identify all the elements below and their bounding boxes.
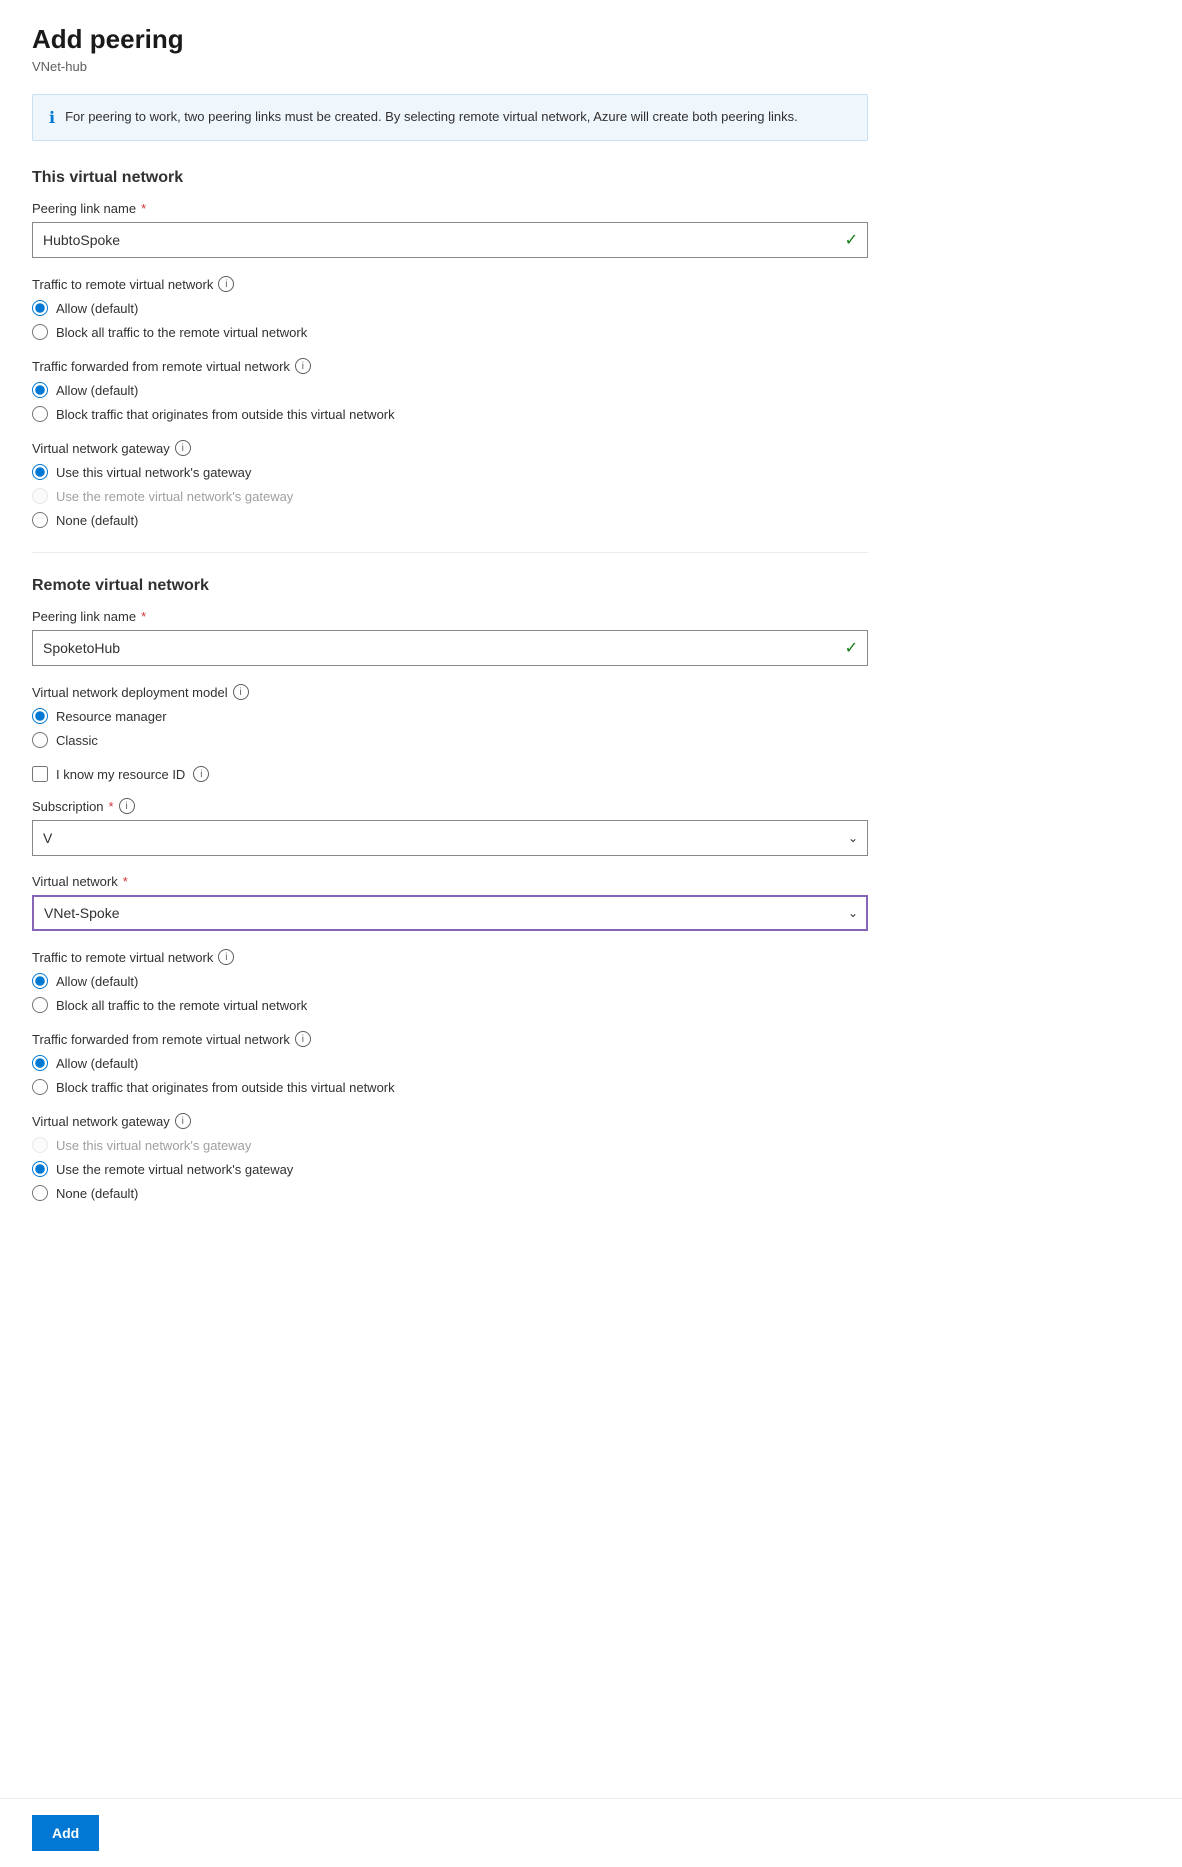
this-gateway-group: Use this virtual network's gateway Use t…: [32, 464, 868, 528]
remote-peering-link-input-wrapper: ✓: [32, 630, 868, 666]
add-button[interactable]: Add: [32, 1815, 99, 1851]
deployment-model-group: Resource manager Classic: [32, 708, 868, 748]
remote-forwarded-allow-option[interactable]: Allow (default): [32, 1055, 868, 1071]
this-forwarded-allow-label: Allow (default): [56, 383, 138, 398]
this-traffic-forwarded-label: Traffic forwarded from remote virtual ne…: [32, 358, 868, 374]
this-forwarded-block-option[interactable]: Block traffic that originates from outsi…: [32, 406, 868, 422]
required-star-vnet: *: [123, 874, 128, 889]
this-traffic-block-option[interactable]: Block all traffic to the remote virtual …: [32, 324, 868, 340]
footer: Add: [0, 1798, 1182, 1867]
this-gateway-none-label: None (default): [56, 513, 138, 528]
remote-traffic-block-label: Block all traffic to the remote virtual …: [56, 998, 307, 1013]
remote-traffic-forwarded-label: Traffic forwarded from remote virtual ne…: [32, 1031, 868, 1047]
deployment-model-info-icon[interactable]: i: [233, 684, 249, 700]
remote-traffic-to-remote-group: Allow (default) Block all traffic to the…: [32, 973, 868, 1013]
page-subtitle: VNet-hub: [32, 59, 868, 74]
this-peering-link-label: Peering link name *: [32, 201, 868, 216]
gateway-info-icon[interactable]: i: [175, 440, 191, 456]
this-gateway-remote-label: Use the remote virtual network's gateway: [56, 489, 293, 504]
remote-gateway-label: Virtual network gateway i: [32, 1113, 868, 1129]
this-peering-link-input[interactable]: [32, 222, 868, 258]
subscription-info-icon[interactable]: i: [119, 798, 135, 814]
deployment-rm-label: Resource manager: [56, 709, 167, 724]
subscription-label: Subscription * i: [32, 798, 868, 814]
remote-gateway-none-label: None (default): [56, 1186, 138, 1201]
remote-forwarded-info-icon[interactable]: i: [295, 1031, 311, 1047]
remote-virtual-network-section: Remote virtual network Peering link name…: [32, 577, 868, 1201]
deployment-rm-option[interactable]: Resource manager: [32, 708, 868, 724]
traffic-forwarded-info-icon[interactable]: i: [295, 358, 311, 374]
remote-traffic-block-option[interactable]: Block all traffic to the remote virtual …: [32, 997, 868, 1013]
remote-gateway-remote-option[interactable]: Use the remote virtual network's gateway: [32, 1161, 868, 1177]
this-traffic-to-remote-label: Traffic to remote virtual network i: [32, 276, 868, 292]
remote-gateway-this-option[interactable]: Use this virtual network's gateway: [32, 1137, 868, 1153]
remote-gateway-this-label: Use this virtual network's gateway: [56, 1138, 251, 1153]
virtual-network-select-wrapper: VNet-Spoke ⌄: [32, 895, 868, 931]
know-resource-id-label: I know my resource ID: [56, 767, 185, 782]
required-star-remote: *: [141, 609, 146, 624]
remote-peering-link-label: Peering link name *: [32, 609, 868, 624]
subscription-select[interactable]: V: [32, 820, 868, 856]
this-traffic-allow-option[interactable]: Allow (default): [32, 300, 868, 316]
remote-traffic-info-icon[interactable]: i: [218, 949, 234, 965]
remote-gateway-group: Use this virtual network's gateway Use t…: [32, 1137, 868, 1201]
remote-traffic-allow-label: Allow (default): [56, 974, 138, 989]
remote-gateway-remote-label: Use the remote virtual network's gateway: [56, 1162, 293, 1177]
this-vnet-section-title: This virtual network: [32, 169, 868, 187]
info-banner-text: For peering to work, two peering links m…: [65, 107, 798, 127]
remote-gateway-none-option[interactable]: None (default): [32, 1185, 868, 1201]
this-peering-link-input-wrapper: ✓: [32, 222, 868, 258]
check-icon: ✓: [845, 230, 858, 250]
this-traffic-to-remote-group: Allow (default) Block all traffic to the…: [32, 300, 868, 340]
remote-traffic-to-remote-label: Traffic to remote virtual network i: [32, 949, 868, 965]
this-gateway-this-option[interactable]: Use this virtual network's gateway: [32, 464, 868, 480]
this-traffic-allow-label: Allow (default): [56, 301, 138, 316]
remote-vnet-section-title: Remote virtual network: [32, 577, 868, 595]
required-star-subscription: *: [109, 799, 114, 814]
this-forwarded-allow-option[interactable]: Allow (default): [32, 382, 868, 398]
remote-forwarded-block-option[interactable]: Block traffic that originates from outsi…: [32, 1079, 868, 1095]
section-divider: [32, 552, 868, 553]
remote-gateway-info-icon[interactable]: i: [175, 1113, 191, 1129]
info-banner: ℹ For peering to work, two peering links…: [32, 94, 868, 141]
this-gateway-this-label: Use this virtual network's gateway: [56, 465, 251, 480]
required-star: *: [141, 201, 146, 216]
remote-traffic-forwarded-group: Allow (default) Block traffic that origi…: [32, 1055, 868, 1095]
traffic-to-remote-info-icon[interactable]: i: [218, 276, 234, 292]
subscription-select-wrapper: V ⌄: [32, 820, 868, 856]
know-resource-id-option[interactable]: I know my resource ID i: [32, 766, 868, 782]
this-traffic-forwarded-group: Allow (default) Block traffic that origi…: [32, 382, 868, 422]
this-traffic-block-label: Block all traffic to the remote virtual …: [56, 325, 307, 340]
this-gateway-remote-option[interactable]: Use the remote virtual network's gateway: [32, 488, 868, 504]
resource-id-info-icon[interactable]: i: [193, 766, 209, 782]
remote-check-icon: ✓: [845, 638, 858, 658]
deployment-classic-label: Classic: [56, 733, 98, 748]
remote-peering-link-input[interactable]: [32, 630, 868, 666]
deployment-classic-option[interactable]: Classic: [32, 732, 868, 748]
know-resource-id-checkbox[interactable]: [32, 766, 48, 782]
remote-forwarded-block-label: Block traffic that originates from outsi…: [56, 1080, 395, 1095]
this-virtual-network-section: This virtual network Peering link name *…: [32, 169, 868, 528]
remote-forwarded-allow-label: Allow (default): [56, 1056, 138, 1071]
this-forwarded-block-label: Block traffic that originates from outsi…: [56, 407, 395, 422]
page-title: Add peering: [32, 24, 868, 55]
virtual-network-label: Virtual network *: [32, 874, 868, 889]
this-gateway-none-option[interactable]: None (default): [32, 512, 868, 528]
deployment-model-label: Virtual network deployment model i: [32, 684, 868, 700]
info-icon: ℹ: [49, 108, 55, 128]
this-gateway-label: Virtual network gateway i: [32, 440, 868, 456]
virtual-network-select[interactable]: VNet-Spoke: [32, 895, 868, 931]
remote-traffic-allow-option[interactable]: Allow (default): [32, 973, 868, 989]
